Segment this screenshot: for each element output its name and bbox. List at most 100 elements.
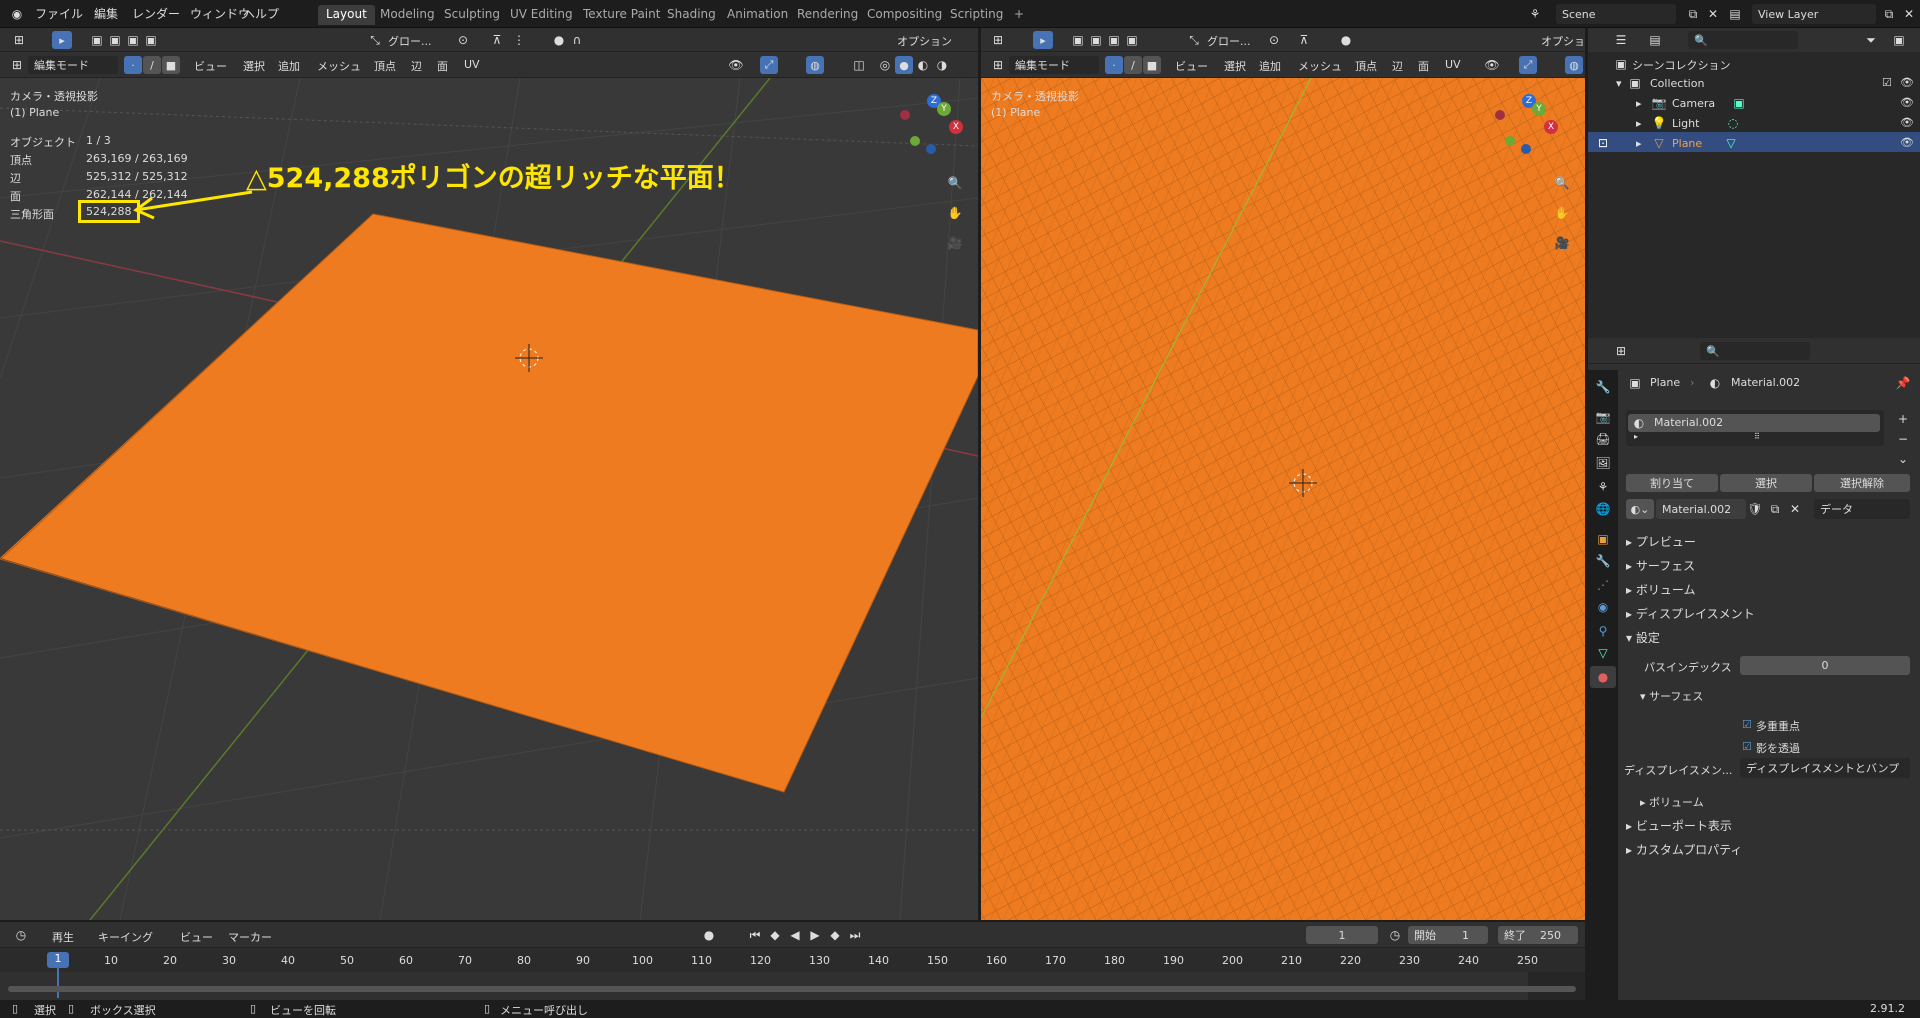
mode-selector[interactable]: 編集モード [1009,56,1099,74]
render-tab-icon[interactable]: 📷 [1594,408,1612,426]
outliner-search-input[interactable]: 🔍 [1688,31,1798,49]
panel-viewport-display[interactable]: ▸ ビューポート表示 [1626,817,1732,834]
menu-select[interactable]: 選択 [243,58,265,74]
visibility-eye-icon[interactable]: 👁 [1900,76,1914,89]
face-select-icon[interactable]: ■ [1143,56,1161,74]
transform-orientation-value[interactable]: グロー... [1207,33,1251,49]
menu-file[interactable]: ファイル [35,5,83,22]
menu-add[interactable]: 追加 [278,58,300,74]
menu-window[interactable]: ウィンドウ [190,5,250,22]
physics-tab-icon[interactable]: ◉ [1594,598,1612,616]
display-mode-icon[interactable]: ▤ [1646,31,1664,49]
assign-button[interactable]: 割り当て [1626,474,1718,492]
duplicate-material-icon[interactable]: ⧉ [1766,500,1784,518]
mode-selector[interactable]: 編集モード [28,56,118,74]
menu-face[interactable]: 面 [1418,58,1429,74]
subpanel-volume[interactable]: ▸ ボリューム [1640,794,1704,810]
zoom-icon[interactable]: 🔍 [946,174,964,192]
pan-hand-icon[interactable]: ✋ [1553,204,1571,222]
overlay-icon[interactable]: ◍ [806,56,824,74]
menu-edge[interactable]: 辺 [411,58,422,74]
plane-mesh[interactable] [0,214,978,792]
filter-icon[interactable]: ⏷ [1862,31,1880,49]
navigation-gizmo[interactable]: Z Y X [900,94,963,154]
editor-type-icon[interactable]: ◷ [12,926,30,944]
menu-edge[interactable]: 辺 [1392,58,1403,74]
data-tab-icon[interactable]: ▽ [1594,644,1612,662]
options-dropdown[interactable]: オプション [897,33,952,49]
select-mode-new-icon[interactable]: ▣ [88,31,106,49]
backface-checkbox-icon[interactable]: ☑ [1742,740,1752,753]
gizmo-icon[interactable]: ⤢ [1519,56,1537,74]
select-mode-extend-icon[interactable]: ▣ [106,31,124,49]
edge-select-icon[interactable]: / [143,56,161,74]
world-tab-icon[interactable]: 🌐 [1594,500,1612,518]
gizmo-x-icon[interactable]: X [1544,120,1558,134]
visibility-eye-icon[interactable]: 👁 [1900,136,1914,149]
menu-face[interactable]: 面 [437,58,448,74]
add-workspace-button[interactable]: + [1006,5,1032,25]
expand-collection-icon[interactable]: ▾ [1616,77,1622,90]
frame-start-field[interactable]: 開始 1 [1408,926,1488,944]
select-mode-subtract-icon[interactable]: ▣ [124,31,142,49]
tab-layout[interactable]: Layout [318,5,375,25]
select-tool-icon[interactable]: ▸ [1033,31,1053,49]
material-shading-icon[interactable]: ◐ [914,56,932,74]
tab-sculpting[interactable]: Sculpting [436,5,508,25]
vertex-select-icon[interactable]: · [124,56,142,74]
menu-help[interactable]: ヘルプ [243,5,279,22]
menu-mesh[interactable]: メッシュ [1298,58,1342,74]
pivot-point-icon[interactable]: ⊙ [1265,31,1283,49]
menu-keying[interactable]: キーイング [98,929,153,945]
object-tab-icon[interactable]: ▣ [1594,530,1612,548]
view-layer-tab-icon[interactable]: 🖼 [1594,454,1612,472]
frame-end-field[interactable]: 終了 250 [1498,926,1578,944]
panel-preview[interactable]: ▸ プレビュー [1626,533,1696,550]
outliner-item-plane[interactable]: Plane [1672,137,1702,150]
menu-marker[interactable]: マーカー [228,929,272,945]
face-select-icon[interactable]: ■ [162,56,180,74]
tab-rendering[interactable]: Rendering [789,5,866,25]
gizmo-icon[interactable]: ⤢ [760,56,778,74]
menu-mesh[interactable]: メッシュ [317,58,361,74]
link-dropdown[interactable]: データ [1814,499,1910,519]
panel-displacement[interactable]: ▸ ディスプレイスメント [1626,605,1755,622]
play-reverse-icon[interactable]: ◀ [786,926,804,944]
tool-tab-icon[interactable]: 🔧 [1594,378,1612,396]
panel-volume[interactable]: ▸ ボリューム [1626,581,1695,598]
pan-hand-icon[interactable]: ✋ [946,204,964,222]
menu-edit[interactable]: 編集 [94,5,118,22]
menu-select[interactable]: 選択 [1224,58,1246,74]
new-collection-icon[interactable]: ▣ [1890,31,1908,49]
panel-custom-properties[interactable]: ▸ カスタムプロパティ [1626,841,1742,858]
navigation-gizmo[interactable]: Z Y X [1495,94,1558,154]
tab-uv-editing[interactable]: UV Editing [502,5,581,25]
overlay-icon[interactable]: ◍ [1565,56,1583,74]
tab-shading[interactable]: Shading [659,5,724,25]
visibility-icon[interactable]: 👁 [1483,56,1501,74]
menu-view[interactable]: ビュー [1175,58,1208,74]
camera-view-icon[interactable]: 🎥 [1553,234,1571,252]
slot-specials-icon[interactable]: ⌄ [1894,450,1912,468]
pass-index-field[interactable]: 0 [1740,656,1910,675]
wireframe-shading-icon[interactable]: ◎ [876,56,894,74]
menu-playback[interactable]: 再生 [52,929,74,945]
options-dropdown[interactable]: オプショ [1541,33,1585,49]
editor-type-icon[interactable]: ☰ [1612,31,1630,49]
particles-tab-icon[interactable]: ⋰ [1594,576,1612,594]
play-icon[interactable]: ▶ [806,926,824,944]
camera-view-icon[interactable]: 🎥 [946,234,964,252]
menu-vertex[interactable]: 頂点 [1355,58,1377,74]
tab-animation[interactable]: Animation [719,5,796,25]
menu-uv[interactable]: UV [464,58,480,71]
menu-vertex[interactable]: 頂点 [374,58,396,74]
editor-type-icon[interactable]: ⊞ [10,31,28,49]
mesh-data-icon[interactable]: ▽ [1722,134,1740,152]
list-expand-icon[interactable]: ▸ [1634,432,1638,441]
modifier-tab-icon[interactable]: 🔧 [1594,552,1612,570]
panel-surface[interactable]: ▸ サーフェス [1626,557,1695,574]
tab-texture-paint[interactable]: Texture Paint [575,5,668,25]
menu-add[interactable]: 追加 [1259,58,1281,74]
proportional-edit-icon[interactable]: ● [550,31,568,49]
exclude-checkbox-icon[interactable]: ☑ [1882,76,1892,89]
